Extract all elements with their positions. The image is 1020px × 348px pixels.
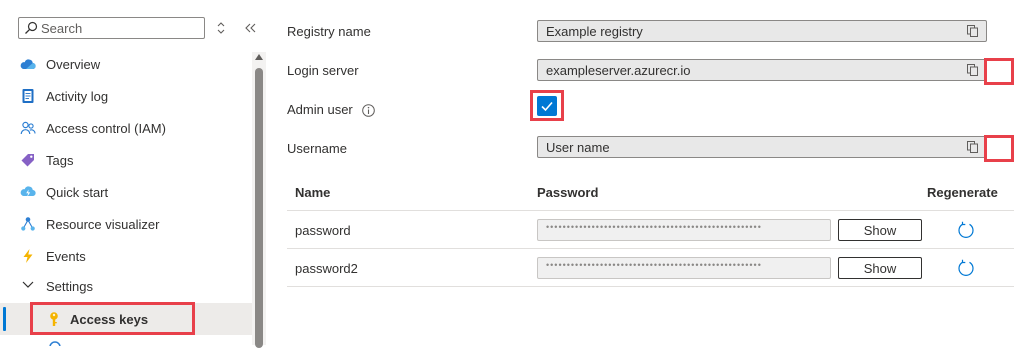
sort-icon[interactable] (214, 19, 228, 37)
login-server-label: Login server (287, 63, 359, 78)
masked-password: ••••••••••••••••••••••••••••••••••••••••… (546, 260, 762, 270)
cloud-icon (20, 59, 36, 70)
table-divider (287, 210, 1014, 211)
sidebar-item-label: Tags (46, 153, 74, 168)
scroll-up-arrow-icon[interactable] (255, 54, 263, 60)
sidebar-item-access-control[interactable]: Access control (IAM) (0, 112, 252, 144)
sidebar-item-activity-log[interactable]: Activity log (0, 80, 252, 112)
admin-user-checkbox[interactable] (537, 96, 557, 116)
sidebar-item-label: Overview (46, 57, 101, 72)
checkmark-icon (541, 101, 553, 112)
resource-menu: Overview Activity log Access control (IA… (0, 0, 266, 348)
password-field[interactable]: ••••••••••••••••••••••••••••••••••••••••… (537, 219, 831, 241)
hierarchy-icon (21, 217, 35, 231)
chevron-down-icon (22, 281, 34, 288)
selection-indicator (3, 307, 6, 331)
search-input[interactable] (41, 19, 201, 37)
collapse-menu-icon[interactable] (243, 19, 259, 37)
sidebar-item-label: Events (46, 249, 86, 264)
username-label: Username (287, 141, 347, 156)
column-header-regenerate: Regenerate (927, 185, 998, 200)
lightning-icon (23, 249, 33, 263)
table-divider (287, 286, 1014, 287)
copy-icon[interactable] (967, 141, 978, 153)
regenerate-icon[interactable] (957, 221, 975, 239)
copy-icon[interactable] (967, 25, 978, 37)
show-password-button[interactable]: Show (838, 257, 922, 279)
sidebar-group-settings[interactable]: Settings (0, 270, 252, 302)
admin-user-label: Admin user (287, 102, 353, 117)
access-keys-pane: Registry name Example registry Login ser… (266, 0, 1020, 345)
cloud-bolt-icon (20, 186, 36, 197)
registry-name-field[interactable]: Example registry (537, 20, 987, 42)
sidebar-item-label: Quick start (46, 185, 109, 200)
sidebar-item-label: Activity log (46, 89, 109, 104)
sidebar-item-quick-start[interactable]: Quick start (0, 176, 252, 208)
sidebar-item-label: Access control (IAM) (46, 121, 166, 136)
login-server-field[interactable]: exampleserver.azurecr.io (537, 59, 987, 81)
sidebar-item-events[interactable]: Events (0, 240, 252, 272)
registry-name-label: Registry name (287, 24, 371, 39)
password-field[interactable]: ••••••••••••••••••••••••••••••••••••••••… (537, 257, 831, 279)
sidebar-item-label: Resource visualizer (46, 217, 160, 232)
partial-item-icon (49, 341, 61, 346)
sidebar-item-label: Access keys (70, 312, 149, 327)
sidebar-item-resource-visualizer[interactable]: Resource visualizer (0, 208, 252, 240)
sidebar-item-access-keys[interactable]: Access keys (0, 303, 252, 335)
search-icon (25, 21, 38, 34)
show-password-button[interactable]: Show (838, 219, 922, 241)
key-icon (50, 312, 58, 326)
login-server-value: exampleserver.azurecr.io (546, 63, 691, 78)
copy-icon[interactable] (967, 64, 978, 76)
username-value: User name (546, 140, 610, 155)
highlight-box (984, 58, 1014, 85)
registry-name-value: Example registry (546, 24, 643, 39)
highlight-box (984, 135, 1014, 162)
tag-icon (21, 154, 34, 167)
sidebar-scrollbar[interactable] (252, 52, 266, 348)
scrollbar-thumb[interactable] (255, 68, 263, 348)
sidebar-item-overview[interactable]: Overview (0, 48, 252, 80)
column-header-name: Name (295, 185, 331, 200)
password-name: password2 (295, 261, 358, 276)
regenerate-icon[interactable] (957, 259, 975, 277)
username-field[interactable]: User name (537, 136, 987, 158)
info-icon[interactable] (362, 104, 375, 117)
masked-password: ••••••••••••••••••••••••••••••••••••••••… (546, 222, 762, 232)
people-icon (20, 121, 36, 135)
column-header-password: Password (537, 185, 599, 200)
table-divider (287, 248, 1014, 249)
sidebar-group-label: Settings (46, 279, 93, 294)
password-name: password (295, 223, 351, 238)
log-icon (22, 89, 34, 103)
search-box[interactable] (18, 17, 205, 39)
sidebar-item-tags[interactable]: Tags (0, 144, 252, 176)
